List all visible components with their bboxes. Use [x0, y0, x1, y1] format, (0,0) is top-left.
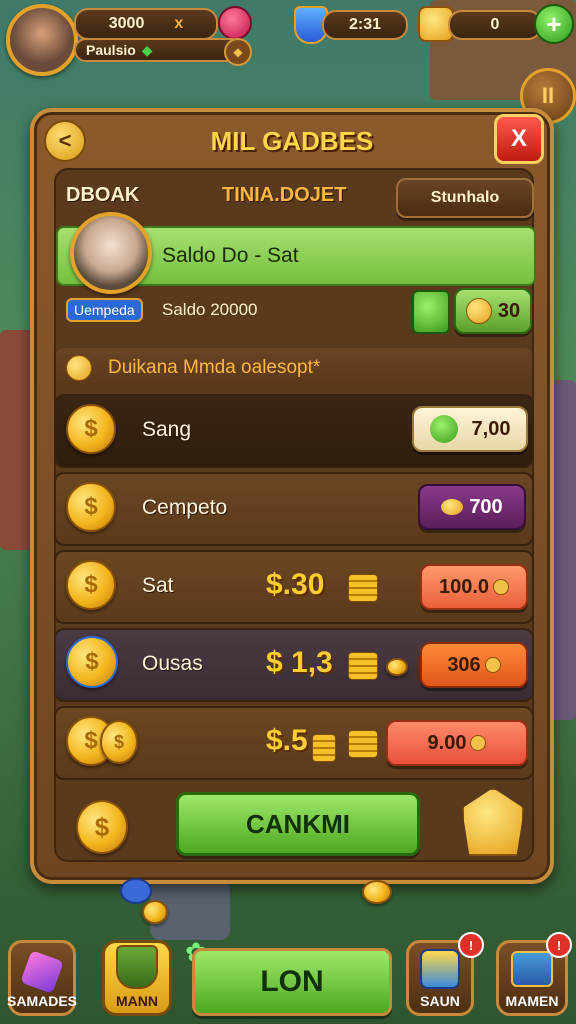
item-coin-icon-second: $ [100, 720, 138, 764]
item-price: $.5 [266, 724, 308, 757]
list-item-4[interactable]: $ Ousas $ 1,3 306 [54, 628, 534, 702]
ruby-gem-icon[interactable] [218, 6, 252, 40]
coins-counter: 3000 x [74, 8, 218, 40]
coins-value: 3000 [108, 15, 145, 32]
add-currency-button[interactable]: + [534, 4, 574, 44]
energy-value: 2:31 [348, 16, 382, 33]
profile-banner-text: Saldo Do - Sat [162, 244, 299, 267]
coin-stack-icon-second [348, 730, 378, 758]
buy-button[interactable]: 700 [418, 484, 526, 530]
coin-icon [441, 499, 464, 515]
profile-coin-button[interactable]: 30 [454, 288, 532, 334]
bottom-label-mamen: MAMEN [505, 993, 559, 1009]
item-label: Cempeto [142, 496, 228, 519]
profile-tag: Uempeda [66, 298, 143, 322]
coin-stack-icon [348, 652, 378, 680]
section-header-text: Duikana Mmda oalesopt* [108, 357, 321, 378]
list-item-2[interactable]: $ Cempeto 700 [54, 472, 534, 546]
player-name: Paulsio [86, 42, 136, 58]
item-price: $.30 [266, 568, 325, 601]
buy-button[interactable]: 306 [420, 642, 528, 688]
confirm-button[interactable]: CANKMI [176, 792, 420, 856]
buy-price: 306 [447, 653, 481, 676]
buy-button[interactable]: 7,00 [412, 406, 528, 452]
player-avatar[interactable] [6, 4, 78, 76]
close-icon: X [510, 125, 527, 152]
coin-stack-icon [348, 574, 378, 602]
item-label: Ousas [142, 652, 203, 675]
list-item-1[interactable]: $ Sang 7,00 [54, 394, 534, 468]
green-cash-icon[interactable] [412, 290, 450, 334]
profile-avatar[interactable] [70, 212, 152, 294]
bottom-btn-mann[interactable]: MANN [102, 940, 172, 1016]
item-coin-icon: $ [66, 482, 116, 532]
profile-balance: Saldo 20000 [162, 300, 258, 319]
buy-button[interactable]: 100.0 [420, 564, 528, 610]
ground-coin-icon [362, 880, 392, 904]
gem-icon [20, 950, 64, 994]
notification-badge: ! [546, 932, 572, 958]
tab-center[interactable]: TINIA.DOJET [222, 184, 346, 207]
settings-diamond-icon[interactable]: ◆ [224, 38, 252, 66]
coin-stack-icon [312, 734, 336, 762]
shield-emblem-icon [116, 945, 158, 989]
tab-left[interactable]: DBOAK [66, 184, 139, 207]
header-coin-icon [66, 355, 92, 381]
list-item-5[interactable]: $ $ $.5 9.00 [54, 706, 534, 780]
player-name-bar: Paulsio ◆ [74, 38, 244, 62]
item-price: $ 1,3 [266, 646, 333, 679]
cash-icon [429, 415, 458, 443]
coin-icon [493, 579, 510, 595]
footer-coin-icon: $ [76, 800, 128, 854]
buy-price: 100.0 [438, 575, 490, 598]
panel-title: MIL GADBES [210, 126, 374, 156]
close-button[interactable]: X [494, 114, 544, 164]
tokens-counter: 0 [448, 10, 542, 40]
notification-badge: ! [458, 932, 484, 958]
map-icon [420, 949, 460, 989]
item-coin-icon: $ [66, 404, 116, 454]
buy-price: 9.00 [427, 731, 467, 754]
tokens-value: 0 [490, 16, 500, 33]
multiplier-label: x [174, 15, 184, 32]
energy-counter: 2:31 [322, 10, 408, 40]
section-header: Duikana Mmda oalesopt* [56, 348, 532, 386]
plus-icon: + [546, 8, 562, 39]
coin-icon [470, 735, 487, 751]
buy-price: 7,00 [471, 417, 511, 440]
profile-coin-count: 30 [497, 299, 521, 322]
buy-price: 700 [469, 495, 503, 518]
item-label: Sang [142, 418, 192, 441]
item-coin-icon: $ [66, 560, 116, 610]
coin-icon [465, 298, 492, 324]
list-item-3[interactable]: $ Sat $.30 100.0 [54, 550, 534, 624]
coin-icon [484, 657, 501, 673]
ground-coin-icon [142, 900, 168, 924]
play-button[interactable]: LON [192, 948, 392, 1016]
bottom-label-mann: MANN [116, 993, 158, 1009]
buy-button[interactable]: 9.00 [386, 720, 528, 766]
chest-icon [511, 951, 553, 987]
bottom-btn-samades[interactable]: SAMADES [7, 940, 78, 1016]
pause-icon: II [541, 83, 555, 108]
bottom-label-samades: SAMADES [7, 993, 78, 1009]
item-label: Sat [142, 574, 174, 597]
ground-gem-icon [120, 878, 152, 904]
item-coin-icon: $ [66, 636, 118, 688]
shop-panel: < MIL GADBES X DBOAK TINIA.DOJET Stunhal… [30, 108, 554, 884]
small-coin-icon [386, 658, 408, 676]
bottom-label-saun: SAUN [420, 993, 460, 1009]
tab-right-button[interactable]: Stunhalo [396, 178, 534, 218]
green-gem-icon: ◆ [141, 41, 153, 58]
